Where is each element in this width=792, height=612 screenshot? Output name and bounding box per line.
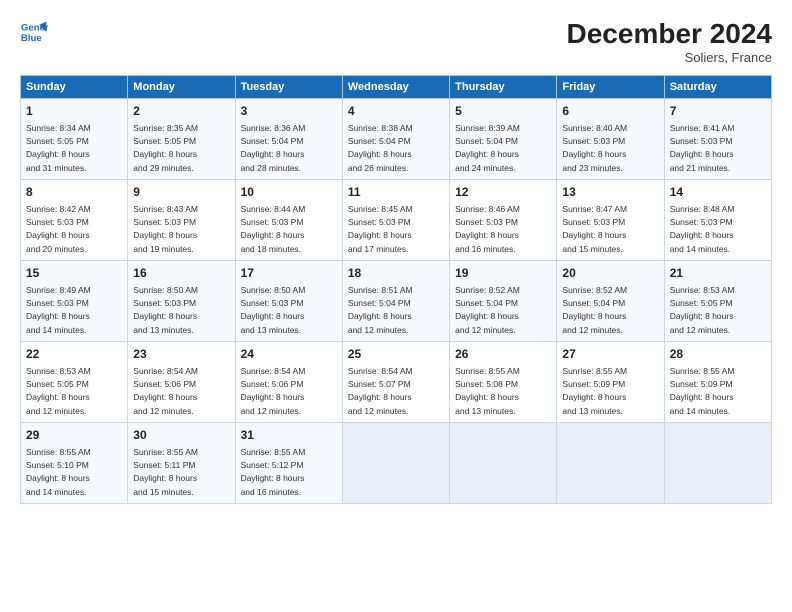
calendar-table: Sunday Monday Tuesday Wednesday Thursday… <box>20 75 772 504</box>
table-row: 2Sunrise: 8:35 AMSunset: 5:05 PMDaylight… <box>128 99 235 180</box>
logo: General Blue General Blue <box>20 18 48 46</box>
table-row: 21Sunrise: 8:53 AMSunset: 5:05 PMDayligh… <box>664 260 771 341</box>
table-row: 7Sunrise: 8:41 AMSunset: 5:03 PMDaylight… <box>664 99 771 180</box>
calendar-week-1: 8Sunrise: 8:42 AMSunset: 5:03 PMDaylight… <box>21 179 772 260</box>
table-row: 28Sunrise: 8:55 AMSunset: 5:09 PMDayligh… <box>664 341 771 422</box>
table-row: 19Sunrise: 8:52 AMSunset: 5:04 PMDayligh… <box>450 260 557 341</box>
location-subtitle: Soliers, France <box>567 50 772 65</box>
table-row: 1Sunrise: 8:34 AMSunset: 5:05 PMDaylight… <box>21 99 128 180</box>
table-row <box>450 422 557 503</box>
table-row: 23Sunrise: 8:54 AMSunset: 5:06 PMDayligh… <box>128 341 235 422</box>
table-row: 13Sunrise: 8:47 AMSunset: 5:03 PMDayligh… <box>557 179 664 260</box>
col-tuesday: Tuesday <box>235 76 342 99</box>
col-friday: Friday <box>557 76 664 99</box>
table-row: 10Sunrise: 8:44 AMSunset: 5:03 PMDayligh… <box>235 179 342 260</box>
table-row: 9Sunrise: 8:43 AMSunset: 5:03 PMDaylight… <box>128 179 235 260</box>
col-saturday: Saturday <box>664 76 771 99</box>
calendar-week-4: 29Sunrise: 8:55 AMSunset: 5:10 PMDayligh… <box>21 422 772 503</box>
logo-icon: General Blue <box>20 18 48 46</box>
table-row: 11Sunrise: 8:45 AMSunset: 5:03 PMDayligh… <box>342 179 449 260</box>
table-row: 20Sunrise: 8:52 AMSunset: 5:04 PMDayligh… <box>557 260 664 341</box>
col-thursday: Thursday <box>450 76 557 99</box>
table-row: 12Sunrise: 8:46 AMSunset: 5:03 PMDayligh… <box>450 179 557 260</box>
table-row: 26Sunrise: 8:55 AMSunset: 5:08 PMDayligh… <box>450 341 557 422</box>
title-block: December 2024 Soliers, France <box>567 18 772 65</box>
table-row: 22Sunrise: 8:53 AMSunset: 5:05 PMDayligh… <box>21 341 128 422</box>
table-row <box>557 422 664 503</box>
table-row: 17Sunrise: 8:50 AMSunset: 5:03 PMDayligh… <box>235 260 342 341</box>
table-row: 30Sunrise: 8:55 AMSunset: 5:11 PMDayligh… <box>128 422 235 503</box>
svg-text:Blue: Blue <box>21 33 42 44</box>
calendar-header-row: Sunday Monday Tuesday Wednesday Thursday… <box>21 76 772 99</box>
table-row: 16Sunrise: 8:50 AMSunset: 5:03 PMDayligh… <box>128 260 235 341</box>
table-row: 14Sunrise: 8:48 AMSunset: 5:03 PMDayligh… <box>664 179 771 260</box>
table-row <box>664 422 771 503</box>
month-title: December 2024 <box>567 18 772 50</box>
table-row: 3Sunrise: 8:36 AMSunset: 5:04 PMDaylight… <box>235 99 342 180</box>
calendar-week-3: 22Sunrise: 8:53 AMSunset: 5:05 PMDayligh… <box>21 341 772 422</box>
table-row: 6Sunrise: 8:40 AMSunset: 5:03 PMDaylight… <box>557 99 664 180</box>
page: General Blue General Blue December 2024 … <box>0 0 792 514</box>
table-row: 31Sunrise: 8:55 AMSunset: 5:12 PMDayligh… <box>235 422 342 503</box>
table-row: 5Sunrise: 8:39 AMSunset: 5:04 PMDaylight… <box>450 99 557 180</box>
col-wednesday: Wednesday <box>342 76 449 99</box>
table-row: 25Sunrise: 8:54 AMSunset: 5:07 PMDayligh… <box>342 341 449 422</box>
table-row: 24Sunrise: 8:54 AMSunset: 5:06 PMDayligh… <box>235 341 342 422</box>
table-row: 18Sunrise: 8:51 AMSunset: 5:04 PMDayligh… <box>342 260 449 341</box>
col-monday: Monday <box>128 76 235 99</box>
header: General Blue General Blue December 2024 … <box>20 18 772 65</box>
calendar-week-0: 1Sunrise: 8:34 AMSunset: 5:05 PMDaylight… <box>21 99 772 180</box>
col-sunday: Sunday <box>21 76 128 99</box>
table-row: 15Sunrise: 8:49 AMSunset: 5:03 PMDayligh… <box>21 260 128 341</box>
table-row: 29Sunrise: 8:55 AMSunset: 5:10 PMDayligh… <box>21 422 128 503</box>
table-row: 8Sunrise: 8:42 AMSunset: 5:03 PMDaylight… <box>21 179 128 260</box>
table-row <box>342 422 449 503</box>
table-row: 27Sunrise: 8:55 AMSunset: 5:09 PMDayligh… <box>557 341 664 422</box>
calendar-week-2: 15Sunrise: 8:49 AMSunset: 5:03 PMDayligh… <box>21 260 772 341</box>
table-row: 4Sunrise: 8:38 AMSunset: 5:04 PMDaylight… <box>342 99 449 180</box>
